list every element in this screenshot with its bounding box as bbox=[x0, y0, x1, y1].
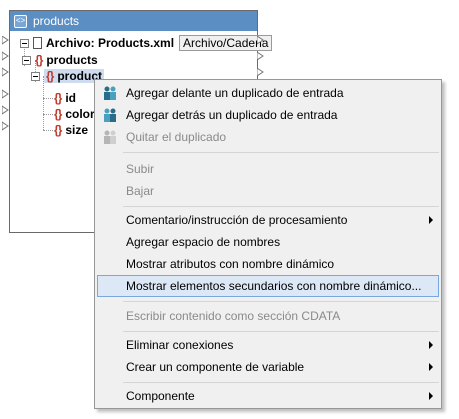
menu-item-add-namespace[interactable]: Agregar espacio de nombres bbox=[97, 231, 439, 253]
tree-row-products[interactable]: {} products bbox=[22, 52, 98, 68]
menu-item-label: Quitar el duplicado bbox=[126, 130, 227, 144]
tree-item-label: id bbox=[65, 91, 77, 105]
menu-item-move-up[interactable]: Subir bbox=[97, 158, 439, 180]
submenu-arrow-icon bbox=[429, 216, 433, 224]
input-connector-icon bbox=[2, 51, 9, 61]
tree-line bbox=[43, 98, 53, 99]
submenu-arrow-icon bbox=[429, 363, 433, 371]
menu-item-label: Componente bbox=[126, 389, 195, 403]
tree-line bbox=[43, 76, 44, 130]
menu-separator bbox=[123, 301, 439, 302]
output-connector-icon bbox=[257, 36, 264, 45]
menu-item-create-variable-component[interactable]: Crear un componente de variable bbox=[97, 356, 439, 378]
menu-separator bbox=[123, 152, 439, 153]
duplicate-before-icon bbox=[104, 86, 116, 100]
menu-item-label: Escribir contenido como sección CDATA bbox=[126, 309, 341, 323]
input-connector-icon bbox=[2, 105, 9, 115]
duplicate-after-icon bbox=[104, 108, 116, 122]
menu-item-show-dynamic-attributes[interactable]: Mostrar atributos con nombre dinámico bbox=[97, 253, 439, 275]
input-connector-icon bbox=[2, 36, 9, 45]
menu-item-label: Agregar espacio de nombres bbox=[126, 235, 281, 249]
menu-item-comment-pi[interactable]: Comentario/instrucción de procesamiento bbox=[97, 209, 439, 231]
input-connectors[interactable] bbox=[2, 36, 10, 136]
menu-item-add-duplicate-after[interactable]: Agregar detrás un duplicado de entrada bbox=[97, 104, 439, 126]
element-icon: {} bbox=[54, 123, 62, 137]
menu-item-write-cdata[interactable]: Escribir contenido como sección CDATA bbox=[97, 305, 439, 327]
tree-row-id[interactable]: {} id bbox=[54, 90, 76, 106]
menu-item-component[interactable]: Componente bbox=[97, 385, 439, 407]
element-icon: {} bbox=[35, 53, 43, 67]
tree-row-root[interactable]: Archivo: Products.xml Archivo/Cadena bbox=[20, 35, 273, 51]
element-icon: {} bbox=[54, 91, 62, 105]
menu-item-label: Bajar bbox=[126, 184, 155, 198]
menu-separator bbox=[123, 382, 439, 383]
file-icon bbox=[33, 37, 42, 49]
component-title-bar[interactable]: <> products bbox=[10, 11, 257, 31]
tree-item-label: color bbox=[65, 107, 95, 121]
root-label: Archivo: Products.xml bbox=[46, 36, 175, 50]
menu-separator bbox=[123, 331, 439, 332]
element-icon: {} bbox=[54, 107, 62, 121]
menu-item-label: Subir bbox=[126, 162, 155, 176]
tree-row-color[interactable]: {} color bbox=[54, 106, 95, 122]
input-connector-icon bbox=[2, 67, 9, 77]
output-connector-icon bbox=[257, 51, 264, 61]
tree-line bbox=[43, 114, 53, 115]
menu-separator bbox=[123, 206, 439, 207]
xml-component-icon: <> bbox=[14, 14, 27, 28]
tree-row-size[interactable]: {} size bbox=[54, 122, 88, 138]
menu-item-add-duplicate-before[interactable]: Agregar delante un duplicado de entrada bbox=[97, 82, 439, 104]
element-icon: {} bbox=[46, 69, 54, 83]
menu-item-label: Eliminar conexiones bbox=[126, 338, 234, 352]
input-connector-icon bbox=[2, 89, 9, 99]
component-title: products bbox=[33, 14, 80, 28]
collapse-icon[interactable] bbox=[20, 38, 29, 48]
tree-item-label: size bbox=[65, 123, 89, 137]
remove-duplicate-icon bbox=[104, 130, 116, 144]
collapse-icon[interactable] bbox=[31, 71, 40, 81]
output-connector-icon bbox=[257, 67, 264, 77]
menu-item-label: Mostrar elementos secundarios con nombre… bbox=[126, 279, 422, 293]
menu-item-remove-duplicate[interactable]: Quitar el duplicado bbox=[97, 126, 439, 148]
menu-item-label: Crear un componente de variable bbox=[126, 360, 305, 374]
menu-item-label: Mostrar atributos con nombre dinámico bbox=[126, 257, 335, 271]
submenu-arrow-icon bbox=[429, 341, 433, 349]
menu-item-show-dynamic-children[interactable]: Mostrar elementos secundarios con nombre… bbox=[97, 275, 439, 297]
menu-item-label: Agregar detrás un duplicado de entrada bbox=[126, 108, 338, 122]
menu-item-label: Agregar delante un duplicado de entrada bbox=[126, 86, 344, 100]
menu-item-delete-connections[interactable]: Eliminar conexiones bbox=[97, 334, 439, 356]
tree-line bbox=[43, 130, 53, 131]
menu-item-move-down[interactable]: Bajar bbox=[97, 180, 439, 202]
input-connector-icon bbox=[2, 121, 9, 131]
collapse-icon[interactable] bbox=[22, 55, 31, 65]
submenu-arrow-icon bbox=[429, 392, 433, 400]
context-menu[interactable]: Agregar delante un duplicado de entrada … bbox=[94, 79, 442, 409]
menu-item-label: Comentario/instrucción de procesamiento bbox=[126, 213, 348, 227]
tree-item-label: products bbox=[46, 53, 98, 67]
